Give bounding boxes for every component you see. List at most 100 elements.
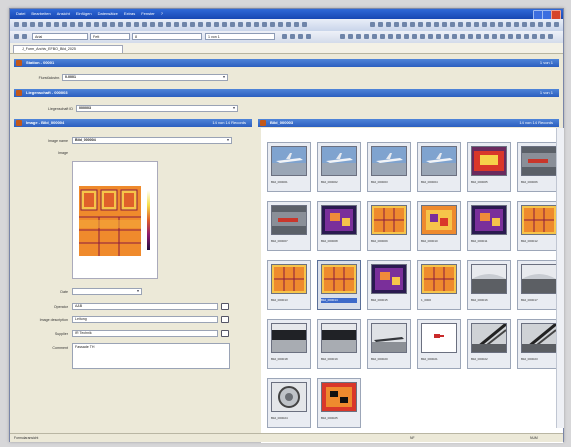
- toolbar-icon-30[interactable]: [254, 22, 259, 27]
- chevron-down-icon[interactable]: ▾: [225, 138, 231, 143]
- thumbnail[interactable]: Bild_000024: [267, 378, 311, 428]
- format-icon-24[interactable]: [484, 34, 489, 39]
- format-icon-16[interactable]: [420, 34, 425, 39]
- menu-item-2[interactable]: Ansicht: [57, 11, 70, 17]
- toolbar-icon-1[interactable]: [22, 22, 27, 27]
- date-combo[interactable]: ▾: [72, 288, 142, 295]
- toolbar-icon-25[interactable]: [214, 22, 219, 27]
- format-icon-8[interactable]: [356, 34, 361, 39]
- toolbar-icon-22[interactable]: [190, 22, 195, 27]
- toolbar-icon-7[interactable]: [70, 22, 75, 27]
- toolbar-icon-20[interactable]: [174, 22, 179, 27]
- toolbar-icon-28[interactable]: [238, 22, 243, 27]
- format-icon-27[interactable]: [508, 34, 513, 39]
- toolbar-icon-15[interactable]: [134, 22, 139, 27]
- toolbar-icon-48[interactable]: [458, 22, 463, 27]
- toolbar-icon-14[interactable]: [126, 22, 131, 27]
- toolbar-icon-29[interactable]: [246, 22, 251, 27]
- toolbar-icon-57[interactable]: [530, 22, 535, 27]
- toolbar-icon-3[interactable]: [38, 22, 43, 27]
- toolbar-icon-23[interactable]: [198, 22, 203, 27]
- station-section-header[interactable]: Station - 00001 1 von 1: [14, 59, 559, 67]
- toolbar-icon-54[interactable]: [506, 22, 511, 27]
- toolbar-icon-59[interactable]: [546, 22, 551, 27]
- format-icon-2[interactable]: [282, 34, 287, 39]
- supplier-browse-button[interactable]: [221, 330, 229, 337]
- toolbar-icon-4[interactable]: [46, 22, 51, 27]
- format-icon-32[interactable]: [548, 34, 553, 39]
- toolbar-icon-10[interactable]: [94, 22, 99, 27]
- operator-field[interactable]: A&B: [72, 303, 218, 310]
- chevron-down-icon[interactable]: ▾: [135, 289, 141, 294]
- thumbnail[interactable]: Bild_000022: [467, 319, 511, 369]
- thumbnail[interactable]: Bild_000023: [517, 319, 561, 369]
- station-combo[interactable]: 0.0001 ▾: [62, 74, 228, 81]
- toolbar-icon-21[interactable]: [182, 22, 187, 27]
- format-icon-15[interactable]: [412, 34, 417, 39]
- document-tab[interactable]: J_Form_Archiv_EFBO_Bild_2025: [13, 45, 123, 53]
- format-icon-17[interactable]: [428, 34, 433, 39]
- toolbar-icon-56[interactable]: [522, 22, 527, 27]
- chevron-down-icon[interactable]: ▾: [231, 106, 237, 111]
- format-icon-10[interactable]: [372, 34, 377, 39]
- toolbar-icon-44[interactable]: [426, 22, 431, 27]
- thumbnail[interactable]: Bild_000010: [417, 201, 461, 251]
- thumbnail[interactable]: Bild_000002: [317, 142, 361, 192]
- liegenschaft-section-header[interactable]: Liegenschaft - 000003 1 von 1: [14, 89, 559, 97]
- toolbar-icon-53[interactable]: [498, 22, 503, 27]
- format-icon-13[interactable]: [396, 34, 401, 39]
- toolbar-icon-35[interactable]: [294, 22, 299, 27]
- liegenschaft-combo[interactable]: 000003 ▾: [76, 105, 238, 112]
- format-icon-28[interactable]: [516, 34, 521, 39]
- toolbar-icon-36[interactable]: [302, 22, 307, 27]
- format-icon-30[interactable]: [532, 34, 537, 39]
- toolbar-icon-0[interactable]: [14, 22, 19, 27]
- format-icon-31[interactable]: [540, 34, 545, 39]
- operator-browse-button[interactable]: [221, 303, 229, 310]
- description-browse-button[interactable]: [221, 316, 229, 323]
- thumbnail[interactable]: Bild_000012: [517, 201, 561, 251]
- comment-textarea[interactable]: Fassade TH: [72, 343, 230, 369]
- format-icon-0[interactable]: [14, 34, 19, 39]
- toolbar-icon-52[interactable]: [490, 22, 495, 27]
- thumbnail[interactable]: Bild_000009: [367, 201, 411, 251]
- toolbar-icon-2[interactable]: [30, 22, 35, 27]
- thumbnail[interactable]: Bild_000008: [317, 201, 361, 251]
- menu-item-4[interactable]: Datensätze: [98, 11, 118, 17]
- font-name-select[interactable]: Arial: [32, 33, 88, 40]
- toolbar-icon-12[interactable]: [110, 22, 115, 27]
- toolbar-icon-47[interactable]: [450, 22, 455, 27]
- thumbnail[interactable]: Bild_000011: [467, 201, 511, 251]
- thumbnail[interactable]: Bild_000016: [467, 260, 511, 310]
- menu-item-5[interactable]: Extras: [124, 11, 135, 17]
- gallery-scrollbar[interactable]: [556, 128, 564, 428]
- toolbar-icon-5[interactable]: [54, 22, 59, 27]
- toolbar-icon-18[interactable]: [158, 22, 163, 27]
- toolbar-icon-13[interactable]: [118, 22, 123, 27]
- format-icon-3[interactable]: [290, 34, 295, 39]
- toolbar-icon-40[interactable]: [394, 22, 399, 27]
- toolbar-icon-49[interactable]: [466, 22, 471, 27]
- format-icon-5[interactable]: [306, 34, 311, 39]
- font-size-select[interactable]: 8: [132, 33, 202, 40]
- format-icon-4[interactable]: [298, 34, 303, 39]
- thumbnail[interactable]: Bild_000018: [267, 319, 311, 369]
- format-icon-1[interactable]: [22, 34, 27, 39]
- toolbar-icon-24[interactable]: [206, 22, 211, 27]
- format-icon-19[interactable]: [444, 34, 449, 39]
- thumbnail[interactable]: Bild_000019: [317, 319, 361, 369]
- toolbar-icon-60[interactable]: [554, 22, 559, 27]
- toolbar-icon-50[interactable]: [474, 22, 479, 27]
- toolbar-icon-17[interactable]: [150, 22, 155, 27]
- format-icon-12[interactable]: [388, 34, 393, 39]
- thumbnail[interactable]: Bild_000005: [467, 142, 511, 192]
- image-section-header[interactable]: Image - Bild_000004 14 von 14 Records: [14, 119, 252, 127]
- format-icon-14[interactable]: [404, 34, 409, 39]
- format-icon-29[interactable]: [524, 34, 529, 39]
- toolbar-icon-39[interactable]: [386, 22, 391, 27]
- thumbnail[interactable]: Bild_000014: [317, 260, 361, 310]
- toolbar-icon-31[interactable]: [262, 22, 267, 27]
- thumbnail[interactable]: Bild_000020: [367, 319, 411, 369]
- thumbnail[interactable]: Bild_000015: [367, 260, 411, 310]
- thumbnail[interactable]: Bild_000021: [417, 319, 461, 369]
